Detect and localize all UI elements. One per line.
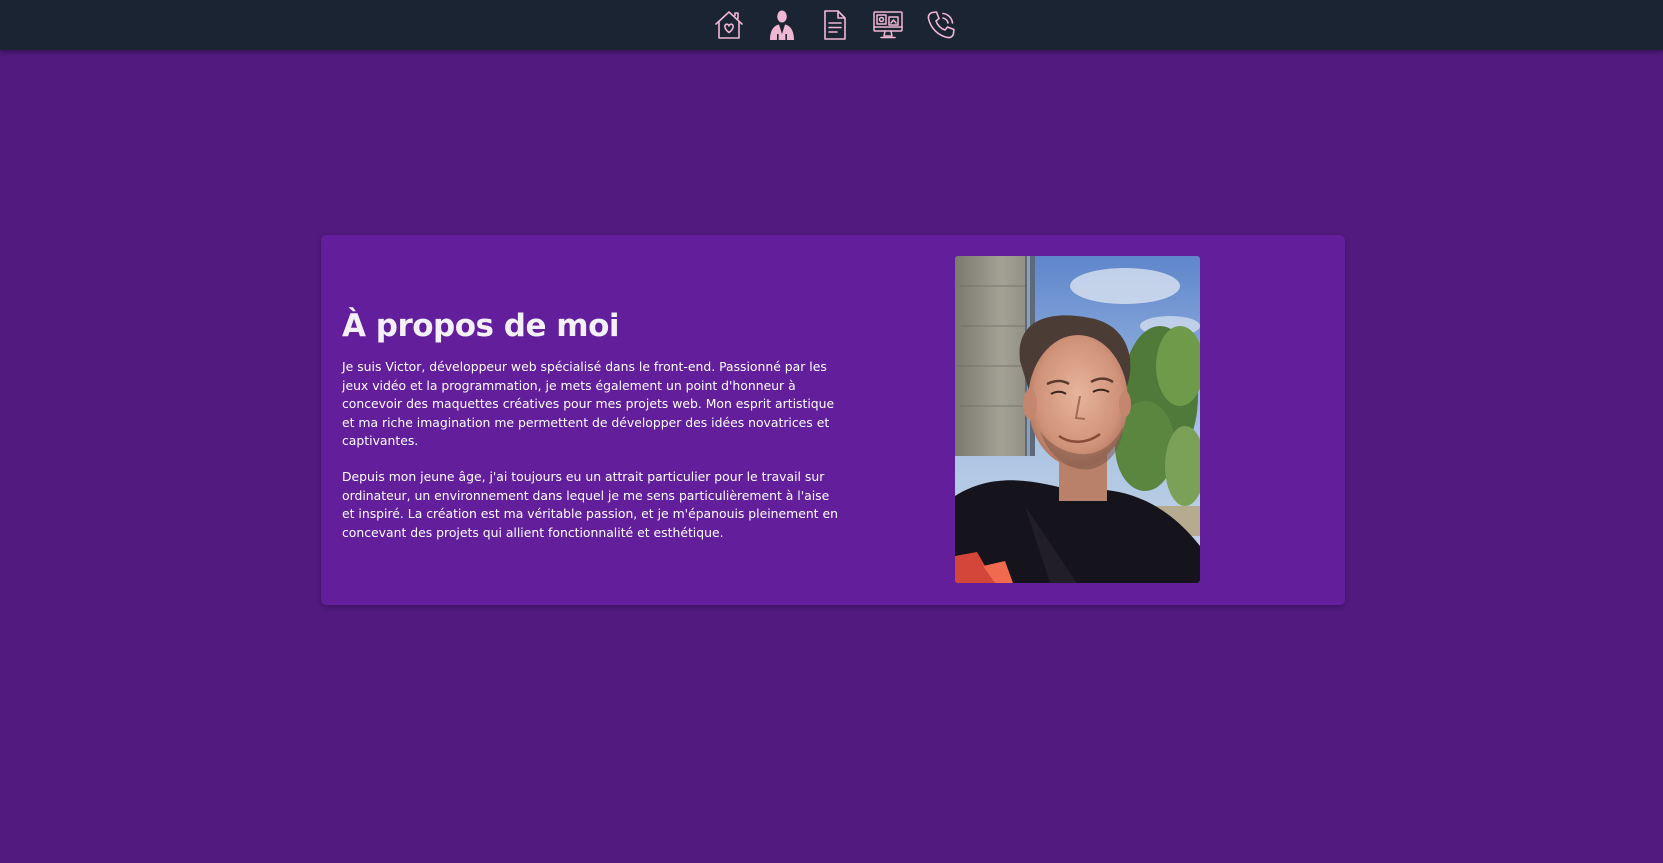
home-heart-icon <box>714 11 743 39</box>
about-paragraph-1: Je suis Victor, développeur web spéciali… <box>342 359 835 449</box>
about-paragraph-2: Depuis mon jeune âge, j'ai toujours eu u… <box>342 468 838 540</box>
profile-photo <box>955 256 1200 583</box>
main-nav <box>712 8 958 42</box>
nav-projects[interactable] <box>871 8 905 42</box>
document-icon <box>823 10 846 40</box>
nav-about[interactable] <box>765 8 799 42</box>
phone-icon <box>927 11 955 39</box>
page-title: À propos de moi <box>342 308 620 344</box>
nav-home[interactable] <box>712 8 746 42</box>
about-card: À propos de moi Je suis Victor, développ… <box>321 235 1345 605</box>
nav-contact[interactable] <box>924 8 958 42</box>
nav-cv[interactable] <box>818 8 852 42</box>
about-text: À propos de moi Je suis Victor, développ… <box>342 307 842 559</box>
top-navbar <box>0 0 1663 50</box>
monitor-icon <box>872 11 903 39</box>
person-suit-icon <box>769 10 794 40</box>
